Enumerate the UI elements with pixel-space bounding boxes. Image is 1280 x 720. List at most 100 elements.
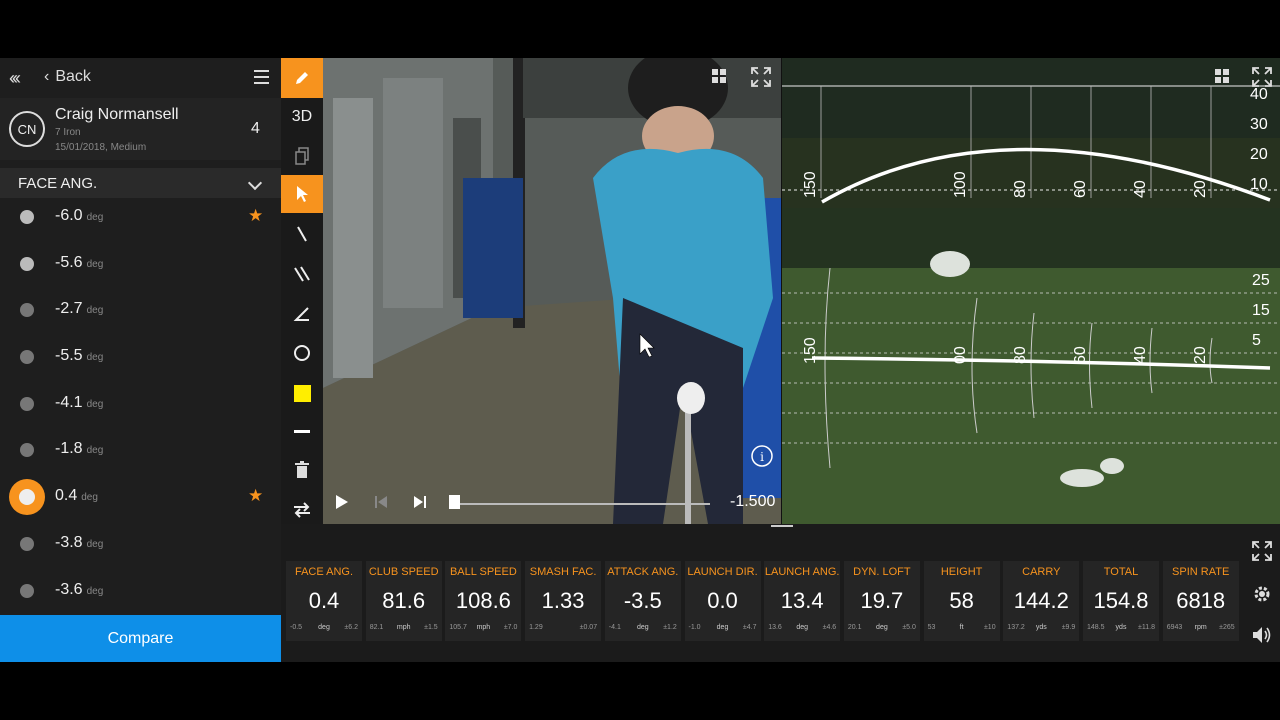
stat-card[interactable]: CLUB SPEED 81.6 82.1 mph ±1.5 — [365, 561, 442, 641]
trajectory-axis-label: 60 — [1072, 180, 1089, 198]
grid-icon[interactable] — [711, 68, 727, 89]
shot-dot — [20, 303, 34, 318]
traj-grid-icon[interactable] — [1214, 68, 1230, 89]
angle-icon[interactable] — [281, 295, 323, 333]
stat-name: SMASH FAC. — [529, 566, 597, 578]
play-icon[interactable] — [335, 494, 349, 515]
stat-card[interactable]: LAUNCH DIR. 0.0 -1.0 deg ±4.7 — [684, 561, 761, 641]
shot-unit: deg — [86, 538, 104, 550]
next-frame-icon[interactable] — [413, 495, 427, 514]
shot-count: 4 — [251, 120, 260, 137]
shot-list-item[interactable]: -1.8 deg — [0, 433, 281, 480]
stat-card[interactable]: FACE ANG. 0.4 -0.5 deg ±6.2 — [286, 561, 362, 641]
shot-value: -3.8 — [55, 533, 83, 551]
trajectory-axis-label: 60 — [1072, 346, 1089, 364]
stat-card[interactable]: LAUNCH ANG. 13.4 13.6 deg ±4.6 — [764, 561, 841, 641]
stat-name: ATTACK ANG. — [607, 566, 679, 578]
stat-card[interactable]: BALL SPEED 108.6 105.7 mph ±7.0 — [445, 561, 522, 641]
trajectory-axis-label: 10 — [1250, 176, 1268, 193]
stat-name: CLUB SPEED — [368, 566, 439, 578]
shot-list-item[interactable]: -5.5 deg — [0, 340, 281, 387]
stat-name: LAUNCH DIR. — [687, 566, 758, 578]
settings-icon[interactable] — [1251, 583, 1273, 605]
pencil-icon[interactable] — [281, 58, 323, 98]
shot-list-item[interactable]: 0.4 deg ★ — [0, 479, 281, 527]
line-icon[interactable] — [281, 215, 323, 253]
shot-value: -4.1 — [55, 393, 83, 411]
trajectory-axis-label: 80 — [1012, 180, 1029, 198]
shot-value: -3.6 — [55, 580, 83, 598]
stat-name: CARRY — [1022, 566, 1061, 578]
traj-fullscreen-icon[interactable] — [1252, 67, 1272, 92]
shot-value-group: -3.6 deg — [55, 581, 103, 599]
pointer-icon[interactable] — [281, 175, 323, 213]
collapse-icon[interactable]: ‹‹‹ — [9, 68, 21, 89]
trajectory-axis-label: 15 — [1252, 302, 1270, 319]
back-label: Back — [55, 68, 91, 85]
shot-list-item[interactable]: -3.8 deg — [0, 527, 281, 574]
shot-value-group: -5.6 deg — [55, 254, 103, 272]
back-button[interactable]: ‹ Back — [44, 68, 91, 86]
shot-dot — [20, 443, 34, 458]
video-viewport[interactable]: i — [323, 58, 781, 524]
shot-value-group: -6.0 deg — [55, 207, 103, 225]
player-name: Craig Normansell — [55, 106, 179, 123]
shot-list-item[interactable]: -4.1 deg — [0, 387, 281, 434]
stat-value: 13.4 — [780, 588, 824, 613]
shot-dot — [20, 396, 34, 411]
shot-value-group: -1.8 deg — [55, 440, 103, 458]
expand-icon[interactable] — [1251, 540, 1273, 562]
three-d-button[interactable]: 3D — [281, 98, 323, 136]
stat-high: ±4.6 — [822, 624, 837, 631]
shot-value: -6.0 — [55, 207, 83, 224]
copy-icon[interactable] — [281, 137, 323, 175]
stat-card[interactable]: SPIN RATE 6818 6943 rpm ±265 — [1162, 561, 1239, 641]
double-line-icon[interactable] — [281, 255, 323, 293]
stat-high: ±9.9 — [1061, 624, 1076, 631]
resize-handle[interactable] — [771, 524, 793, 528]
stat-value: 19.7 — [860, 588, 904, 613]
trash-icon[interactable] — [281, 451, 323, 489]
fullscreen-icon[interactable] — [751, 67, 771, 92]
shot-list-item[interactable]: -2.7 deg — [0, 293, 281, 340]
player-club: 7 Iron — [55, 127, 81, 138]
color-swatch-icon[interactable] — [281, 374, 323, 412]
stat-card[interactable]: SMASH FAC. 1.33 1.29 ±0.07 — [525, 561, 602, 641]
shot-unit: deg — [86, 258, 104, 270]
stat-name: HEIGHT — [940, 566, 983, 578]
shot-value-group: -5.5 deg — [55, 347, 103, 365]
stat-card[interactable]: CARRY 144.2 137.2 yds ±9.9 — [1003, 561, 1080, 641]
shot-unit: deg — [86, 585, 104, 597]
star-icon[interactable]: ★ — [248, 206, 263, 226]
star-icon[interactable]: ★ — [248, 486, 263, 506]
stat-value: 154.8 — [1093, 588, 1149, 613]
app-window: ‹‹‹ ‹ Back CN Craig Normansell 7 Iron 15… — [0, 58, 1280, 662]
stat-value: 1.33 — [541, 588, 585, 613]
shot-list-item[interactable]: -6.0 deg ★ — [0, 200, 281, 247]
volume-icon[interactable] — [1251, 624, 1273, 646]
stat-high: ±6.2 — [344, 624, 358, 631]
compare-button[interactable]: Compare — [0, 615, 281, 662]
timeline-thumb[interactable] — [449, 495, 460, 509]
stat-high: ±7.0 — [503, 624, 518, 631]
thickness-icon[interactable] — [281, 412, 323, 450]
shot-value-group: -3.8 deg — [55, 534, 103, 552]
shot-list-item[interactable]: -3.6 deg — [0, 574, 281, 621]
stat-high: ±5.0 — [902, 624, 916, 631]
prev-frame-icon[interactable] — [374, 495, 388, 514]
stat-card[interactable]: HEIGHT 58 53 ft ±10 — [923, 561, 1000, 641]
stat-card[interactable]: DYN. LOFT 19.7 20.1 deg ±5.0 — [843, 561, 920, 641]
stat-card[interactable]: TOTAL 154.8 148.5 yds ±11.8 — [1083, 561, 1159, 641]
stat-name: TOTAL — [1103, 566, 1139, 578]
video-timeline[interactable] — [450, 503, 710, 505]
player-card[interactable]: CN Craig Normansell 7 Iron 15/01/2018, M… — [0, 98, 281, 160]
stat-card[interactable]: ATTACK ANG. -3.5 -4.1 deg ±1.2 — [604, 561, 681, 641]
drawing-toolbar: 3D — [281, 58, 323, 524]
stats-strip: FACE ANG. 0.4 -0.5 deg ±6.2 CLUB SPEED 81.6 82.… — [281, 524, 1280, 662]
menu-icon[interactable] — [254, 70, 269, 84]
metric-selector[interactable]: FACE ANG. — [0, 168, 281, 198]
shot-value: -5.6 — [55, 253, 83, 271]
stat-high: ±1.5 — [424, 624, 438, 631]
shot-list-item[interactable]: -5.6 deg — [0, 247, 281, 294]
circle-icon[interactable] — [281, 334, 323, 372]
